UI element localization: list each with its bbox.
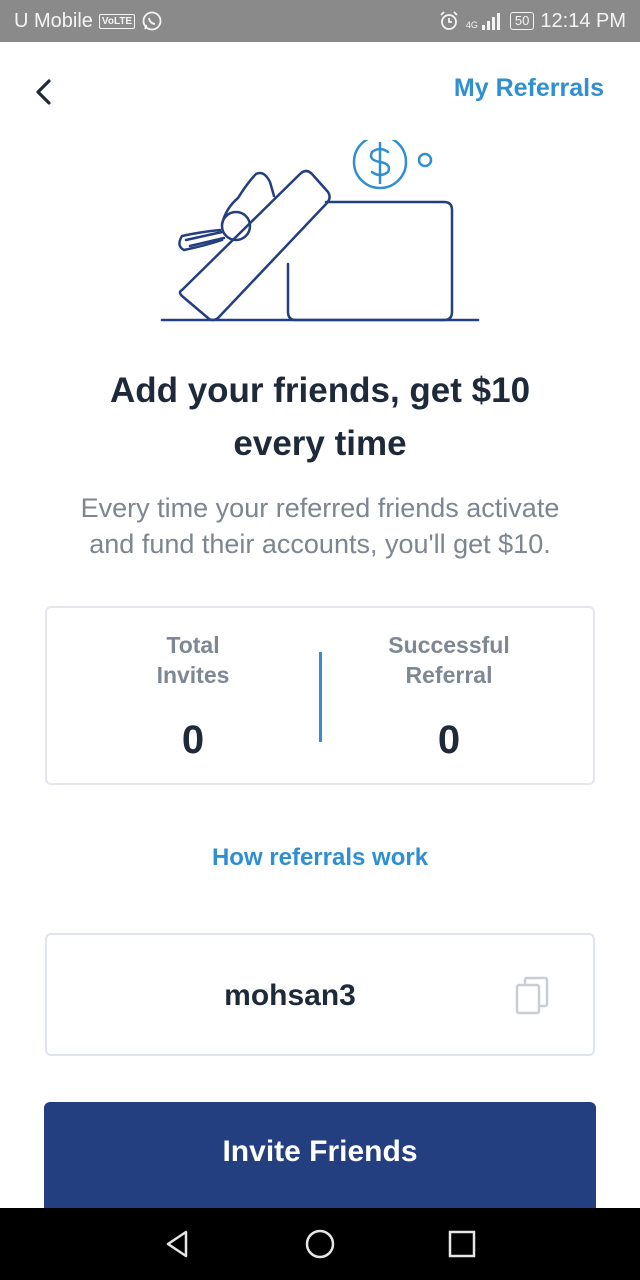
status-bar-right: 4G 50 12:14 PM [438, 10, 626, 33]
system-nav-bar [0, 1208, 640, 1280]
total-invites-label: Total Invites [93, 630, 293, 690]
description-text: Every time your referred friends activat… [40, 490, 600, 562]
volte-badge: VoLTE [98, 13, 136, 29]
alarm-icon [440, 11, 458, 30]
description-line-1: Every time your referred friends activat… [80, 493, 560, 523]
successful-referral-label: Successful Referral [349, 630, 549, 690]
headline-line-2: every time [233, 424, 407, 463]
how-referrals-work-link[interactable]: How referrals work [0, 844, 640, 872]
carrier-label: U Mobile [14, 9, 93, 32]
successful-referral-stat: Successful Referral 0 [349, 630, 549, 763]
invite-friends-button[interactable]: Invite Friends [44, 1102, 596, 1210]
square-recents-icon[interactable] [444, 1226, 480, 1262]
network-type-label: 4G [465, 19, 478, 30]
whatsapp-icon [142, 11, 162, 31]
circle-home-icon[interactable] [302, 1226, 338, 1262]
headline: Add your friends, get $10 every time [60, 364, 580, 470]
referral-code-box[interactable]: mohsan3 [45, 933, 595, 1056]
gift-box-dollar-illustration [160, 140, 480, 322]
status-bar-left: U Mobile VoLTE [14, 10, 163, 33]
status-bar: U Mobile VoLTE 4G 50 12:14 PM [0, 0, 640, 42]
total-invites-value: 0 [181, 718, 205, 762]
my-referrals-link[interactable]: My Referrals [454, 74, 604, 103]
back-button[interactable] [26, 74, 62, 110]
invite-friends-label: Invite Friends [222, 1135, 418, 1168]
chevron-left-icon [36, 79, 51, 105]
total-invites-label-line-1: Total [166, 632, 220, 658]
total-invites-label-line-2: Invites [156, 662, 230, 688]
successful-referral-label-line-1: Successful [388, 632, 510, 658]
successful-referral-label-line-2: Referral [405, 662, 493, 688]
signal-icon [481, 13, 500, 30]
copy-icon[interactable] [513, 975, 553, 1019]
referral-screen: U Mobile VoLTE 4G 50 12:14 PM My Referra… [0, 0, 640, 1280]
headline-line-1: Add your friends, get $10 [109, 371, 531, 410]
referral-code: mohsan3 [224, 979, 356, 1012]
referral-stats-card: Total Invites 0 Successful Referral 0 [45, 606, 595, 785]
triangle-back-icon[interactable] [160, 1226, 196, 1262]
clock: 12:14 PM [540, 9, 626, 32]
successful-referral-value: 0 [437, 718, 461, 762]
total-invites-stat: Total Invites 0 [93, 630, 293, 763]
stats-divider [319, 652, 322, 742]
battery-indicator: 50 [509, 12, 535, 30]
description-line-2: and fund their accounts, you'll get $10. [89, 529, 551, 559]
